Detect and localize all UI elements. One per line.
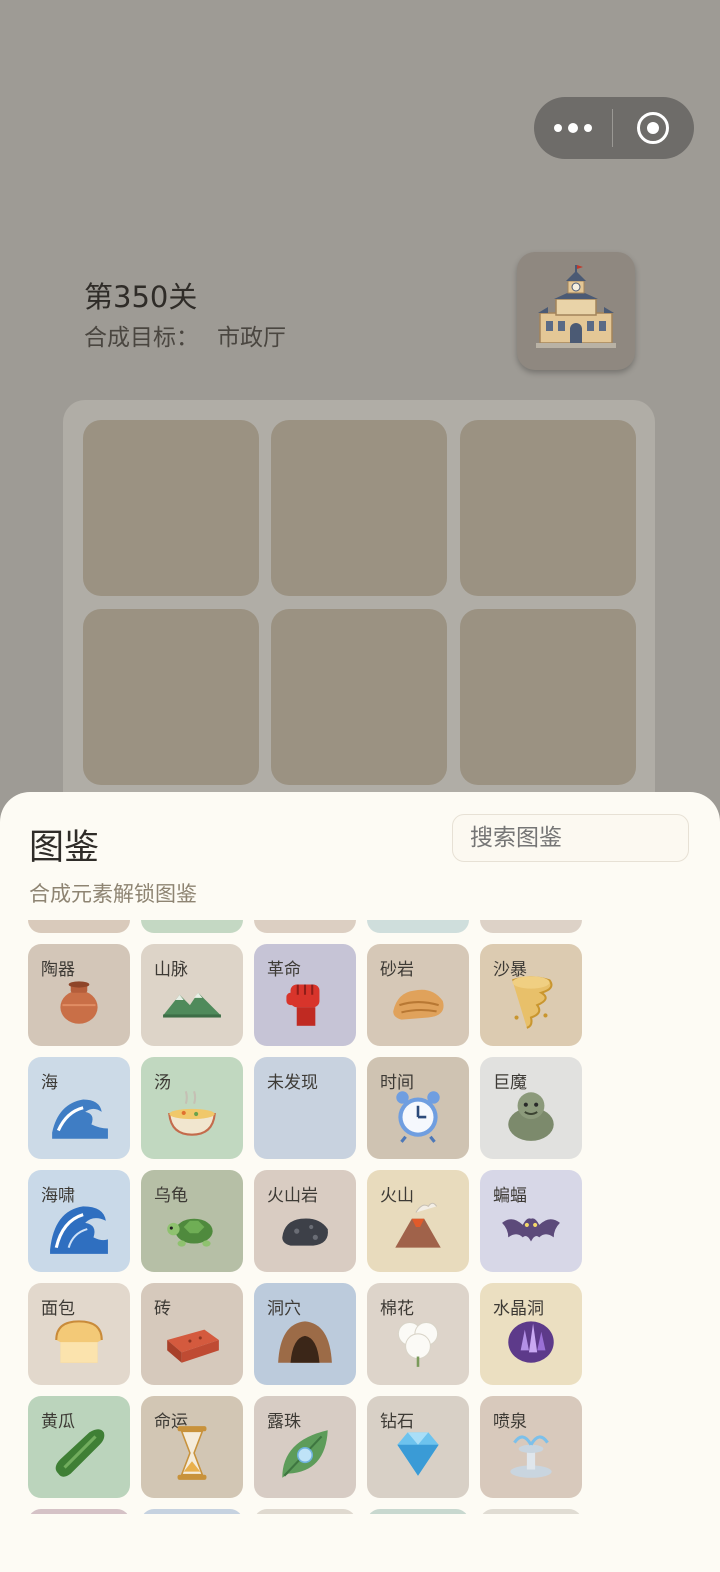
encyclopedia-item[interactable]: 蝙蝠 xyxy=(480,1170,582,1272)
cave-icon xyxy=(278,1321,332,1363)
tsunami-icon xyxy=(50,1206,108,1254)
encyclopedia-item[interactable]: 火山岩 xyxy=(254,1170,356,1272)
goal-item-card xyxy=(517,252,635,370)
alarm-clock-icon xyxy=(396,1091,440,1143)
search-input[interactable] xyxy=(452,814,689,862)
level-title: 第350关 xyxy=(84,280,198,314)
merge-board xyxy=(63,400,655,820)
encyclopedia-item[interactable]: 巨魔 xyxy=(480,1057,582,1159)
encyclopedia-item[interactable] xyxy=(480,920,582,933)
encyclopedia-item[interactable] xyxy=(141,1509,243,1514)
encyclopedia-item[interactable]: 海 xyxy=(28,1057,130,1159)
volcano-icon xyxy=(395,1202,441,1248)
mountain-range-icon xyxy=(163,992,221,1018)
crystal-geode-icon xyxy=(508,1321,554,1363)
board-slot[interactable] xyxy=(83,420,259,596)
hourglass-icon xyxy=(177,1426,207,1480)
encyclopedia-item[interactable] xyxy=(367,1509,469,1514)
bat-icon xyxy=(502,1218,560,1242)
bread-icon xyxy=(55,1320,103,1363)
encyclopedia-item[interactable] xyxy=(141,920,243,933)
encyclopedia-sheet: 图鉴 合成元素解锁图鉴 陶器山脉革命砂岩沙暴海汤 未发现 时间巨魔海啸乌龟火山岩火山… xyxy=(0,792,720,1572)
encyclopedia-item[interactable] xyxy=(28,1509,130,1514)
encyclopedia-item[interactable]: 水晶洞 xyxy=(480,1283,582,1385)
soup-bowl-icon xyxy=(168,1090,216,1136)
board-slot[interactable] xyxy=(460,609,636,785)
cotton-icon xyxy=(397,1321,439,1367)
cucumber-icon xyxy=(55,1429,105,1477)
volcanic-rock-icon xyxy=(282,1218,328,1246)
encyclopedia-item[interactable]: 棉花 xyxy=(367,1283,469,1385)
encyclopedia-item[interactable] xyxy=(367,920,469,933)
encyclopedia-item[interactable]: 砂岩 xyxy=(367,944,469,1046)
goal-row: 合成目标： 市政厅 xyxy=(84,318,286,352)
encyclopedia-item[interactable]: 乌龟 xyxy=(141,1170,243,1272)
encyclopedia-item[interactable] xyxy=(254,920,356,933)
turtle-icon xyxy=(167,1218,213,1247)
sheet-title: 图鉴 xyxy=(29,828,100,868)
goal-label: 合成目标： xyxy=(84,325,199,351)
item-label: 未发现 xyxy=(267,1073,318,1093)
encyclopedia-item[interactable]: 钻石 xyxy=(367,1396,469,1498)
encyclopedia-item[interactable]: 海啸 xyxy=(28,1170,130,1272)
encyclopedia-item[interactable]: 命运 xyxy=(141,1396,243,1498)
encyclopedia-item[interactable] xyxy=(28,920,130,933)
goal-name: 市政厅 xyxy=(217,325,286,351)
encyclopedia-item[interactable]: 未发现 xyxy=(254,1057,356,1159)
encyclopedia-item[interactable] xyxy=(480,1509,582,1514)
encyclopedia-item[interactable]: 汤 xyxy=(141,1057,243,1159)
encyclopedia-item[interactable]: 时间 xyxy=(367,1057,469,1159)
brick-icon xyxy=(167,1329,219,1363)
close-miniprogram-icon[interactable] xyxy=(613,112,693,144)
menu-capsule xyxy=(534,97,694,159)
board-slot[interactable] xyxy=(83,609,259,785)
board-slot[interactable] xyxy=(271,609,447,785)
encyclopedia-item[interactable]: 洞穴 xyxy=(254,1283,356,1385)
city-hall-icon xyxy=(536,265,616,348)
encyclopedia-item[interactable]: 沙暴 xyxy=(480,944,582,1046)
encyclopedia-item[interactable]: 露珠 xyxy=(254,1396,356,1498)
sandstorm-icon xyxy=(512,976,553,1029)
encyclopedia-item[interactable]: 喷泉 xyxy=(480,1396,582,1498)
encyclopedia-grid[interactable]: 陶器 山脉 革命 砂岩 沙暴海汤 未发现 时间 巨魔海啸 乌龟 火山岩 火山 蝙蝠面包砖洞穴 棉花 水晶洞… xyxy=(0,920,720,1514)
clay-pot-icon xyxy=(60,981,98,1024)
encyclopedia-item[interactable] xyxy=(254,1509,356,1514)
encyclopedia-item[interactable]: 砖 xyxy=(141,1283,243,1385)
board-slot[interactable] xyxy=(460,420,636,596)
wave-icon xyxy=(52,1099,108,1139)
encyclopedia-item[interactable]: 陶器 xyxy=(28,944,130,1046)
troll-icon xyxy=(508,1092,554,1141)
board-slot[interactable] xyxy=(271,420,447,596)
encyclopedia-item[interactable]: 山脉 xyxy=(141,944,243,1046)
diamond-icon xyxy=(397,1432,439,1476)
sandstone-icon xyxy=(393,989,444,1020)
encyclopedia-item[interactable]: 火山 xyxy=(367,1170,469,1272)
dewdrop-leaf-icon xyxy=(282,1430,328,1478)
encyclopedia-item[interactable]: 革命 xyxy=(254,944,356,1046)
raised-fist-icon xyxy=(286,984,320,1026)
sheet-subtitle: 合成元素解锁图鉴 xyxy=(29,882,197,906)
fountain-icon xyxy=(510,1435,552,1478)
more-options-icon[interactable] xyxy=(534,122,612,133)
encyclopedia-item[interactable]: 黄瓜 xyxy=(28,1396,130,1498)
encyclopedia-item[interactable]: 面包 xyxy=(28,1283,130,1385)
